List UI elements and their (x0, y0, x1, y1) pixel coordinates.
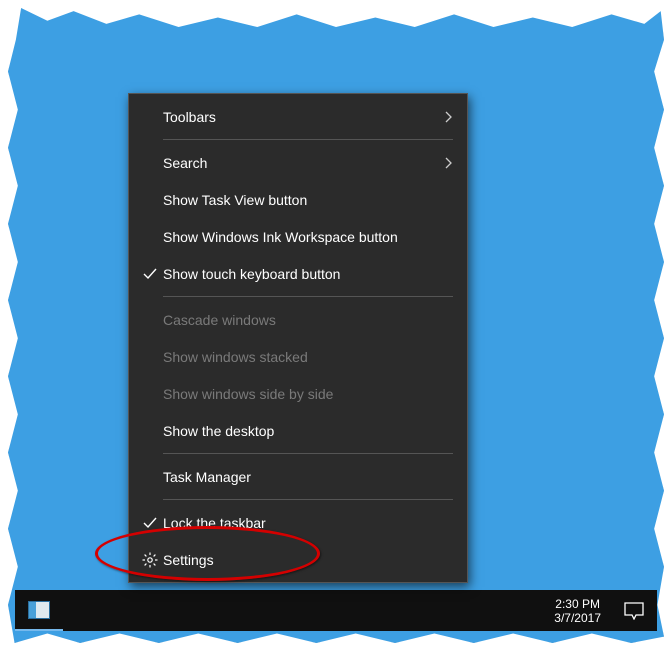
taskbar-context-menu: Toolbars Search Show Task View button Sh… (128, 93, 468, 583)
menu-label: Toolbars (163, 109, 437, 125)
menu-separator (163, 296, 453, 297)
menu-label: Show windows stacked (163, 349, 437, 365)
menu-label: Settings (163, 552, 437, 568)
menu-separator (163, 453, 453, 454)
menu-item-lock-taskbar[interactable]: Lock the taskbar (129, 504, 467, 541)
menu-separator (163, 139, 453, 140)
menu-item-show-ink-workspace[interactable]: Show Windows Ink Workspace button (129, 218, 467, 255)
menu-item-search[interactable]: Search (129, 144, 467, 181)
taskbar[interactable]: 2:30 PM 3/7/2017 (15, 590, 657, 631)
taskbar-app-button[interactable] (15, 590, 63, 631)
menu-label: Lock the taskbar (163, 515, 437, 531)
menu-item-show-stacked: Show windows stacked (129, 338, 467, 375)
task-view-icon (28, 601, 50, 619)
clock-date: 3/7/2017 (554, 611, 601, 625)
menu-label: Cascade windows (163, 312, 437, 328)
menu-item-settings[interactable]: Settings (129, 541, 467, 578)
menu-separator (163, 499, 453, 500)
menu-label: Show windows side by side (163, 386, 437, 402)
clock-time: 2:30 PM (554, 597, 601, 611)
chevron-right-icon (437, 157, 453, 169)
menu-label: Show the desktop (163, 423, 437, 439)
taskbar-clock[interactable]: 2:30 PM 3/7/2017 (544, 597, 611, 625)
menu-item-side-by-side: Show windows side by side (129, 375, 467, 412)
notifications-icon (624, 602, 644, 620)
menu-label: Task Manager (163, 469, 437, 485)
check-icon (137, 517, 163, 529)
menu-item-toolbars[interactable]: Toolbars (129, 98, 467, 135)
menu-item-show-desktop[interactable]: Show the desktop (129, 412, 467, 449)
menu-item-show-touch-keyboard[interactable]: Show touch keyboard button (129, 255, 467, 292)
menu-label: Search (163, 155, 437, 171)
menu-label: Show Task View button (163, 192, 437, 208)
menu-item-task-manager[interactable]: Task Manager (129, 458, 467, 495)
action-center-button[interactable] (611, 590, 657, 631)
gear-icon (137, 552, 163, 568)
menu-label: Show Windows Ink Workspace button (163, 229, 437, 245)
menu-label: Show touch keyboard button (163, 266, 437, 282)
menu-item-cascade-windows: Cascade windows (129, 301, 467, 338)
chevron-right-icon (437, 111, 453, 123)
menu-item-show-task-view[interactable]: Show Task View button (129, 181, 467, 218)
check-icon (137, 268, 163, 280)
